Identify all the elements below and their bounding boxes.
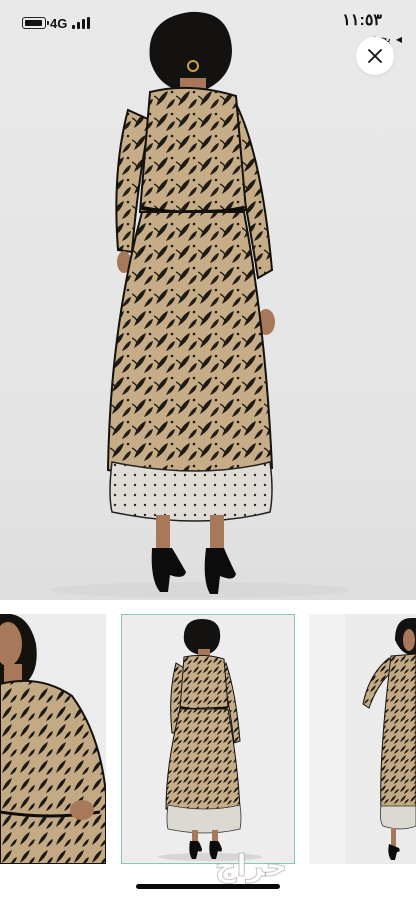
battery-icon xyxy=(22,17,49,29)
home-indicator[interactable] xyxy=(136,884,280,889)
haraj-watermark: حراج xyxy=(214,849,287,885)
watermark-text: حراج xyxy=(215,849,287,884)
back-arrow-icon: ◀ xyxy=(395,35,402,44)
signal-icon xyxy=(72,17,90,29)
thumbnail-strip xyxy=(0,614,416,864)
status-time: ١١:٥٣ xyxy=(342,12,382,29)
thumbnail-2-selected[interactable] xyxy=(121,614,295,864)
thumbnail-side-view-image xyxy=(309,614,416,864)
thumbnail-3[interactable] xyxy=(309,614,416,864)
network-type: 4G xyxy=(50,16,68,31)
dress-back-illustration xyxy=(50,11,350,598)
close-button[interactable] xyxy=(356,37,394,75)
close-icon xyxy=(368,49,382,63)
thumbnail-1[interactable] xyxy=(0,614,106,864)
thumbnail-back-view-image xyxy=(158,619,262,861)
main-product-image[interactable] xyxy=(0,0,416,600)
thumbnail-front-detail-image xyxy=(0,614,106,864)
status-bar: 4G ١١:٥٣ ◀ بحث xyxy=(0,0,416,45)
